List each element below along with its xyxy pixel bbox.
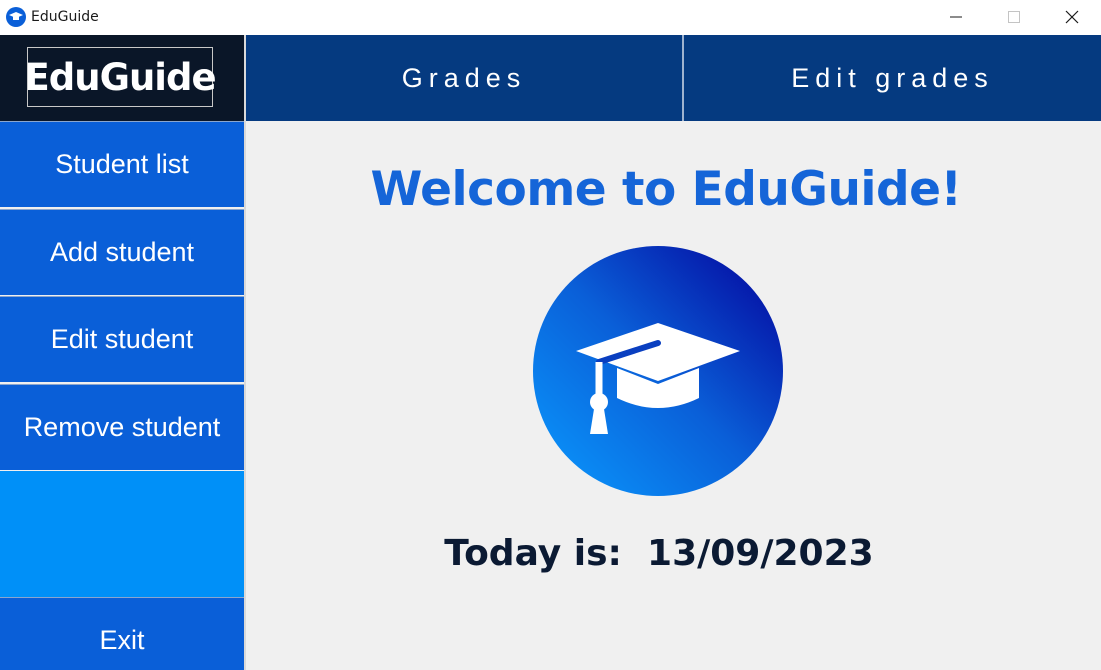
welcome-heading: Welcome to EduGuide! [370, 162, 962, 217]
graduation-cap-icon [533, 246, 783, 496]
maximize-button[interactable] [985, 0, 1043, 34]
remove-student-button[interactable]: Remove student [0, 384, 244, 470]
window-titlebar: EduGuide [0, 0, 1101, 36]
sidebar-spacer [0, 471, 244, 597]
student-list-button[interactable]: Student list [0, 121, 244, 207]
maximize-icon [1008, 11, 1020, 23]
top-navigation: Grades Edit grades [246, 35, 1101, 121]
window-title: EduGuide [31, 9, 99, 25]
date-label: Today is: [444, 533, 622, 574]
app-logo: EduGuide [24, 47, 217, 107]
add-student-button[interactable]: Add student [0, 209, 244, 295]
exit-button[interactable]: Exit [0, 597, 244, 670]
date-value: 13/09/2023 [647, 533, 874, 574]
close-button[interactable] [1043, 0, 1101, 34]
minimize-icon [950, 16, 962, 18]
minimize-button[interactable] [927, 0, 985, 34]
app-icon [6, 7, 26, 27]
close-icon [1065, 10, 1079, 24]
sidebar-divider [244, 35, 246, 670]
edit-student-button[interactable]: Edit student [0, 296, 244, 382]
date-display: Today is: 13/09/2023 [246, 533, 1072, 574]
tab-edit-grades[interactable]: Edit grades [684, 35, 1101, 121]
tab-grades[interactable]: Grades [246, 35, 682, 121]
logo-box: EduGuide [0, 35, 244, 121]
